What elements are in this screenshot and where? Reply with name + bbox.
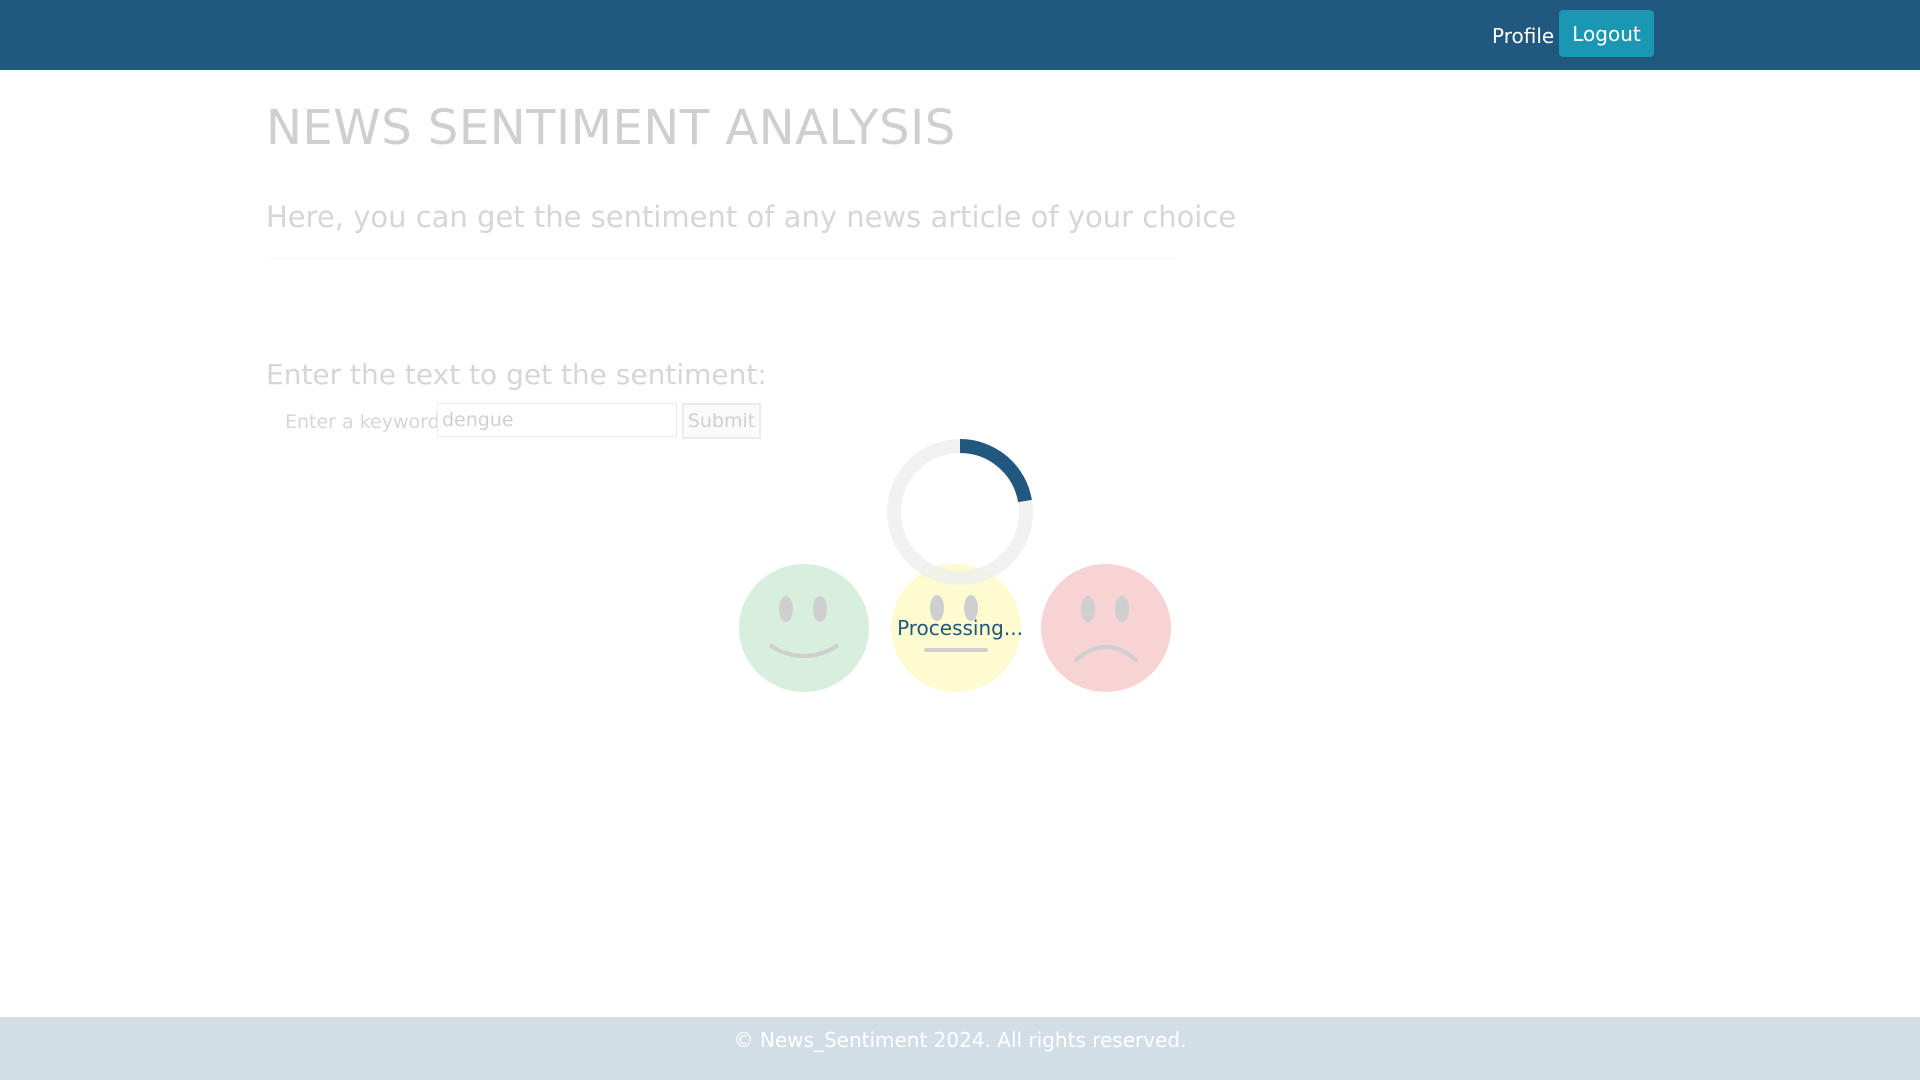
form-heading: Enter the text to get the sentiment: <box>266 358 767 391</box>
submit-button[interactable]: Submit <box>682 403 761 439</box>
happy-face-icon <box>739 564 869 692</box>
keyword-label: Enter a keyword: <box>285 411 447 433</box>
navbar: Profile Logout <box>0 0 1920 70</box>
page-subtitle: Here, you can get the sentiment of any n… <box>266 200 1237 234</box>
sad-face-icon <box>1041 564 1171 692</box>
processing-text: Processing... <box>897 616 1023 640</box>
page-title: NEWS SENTIMENT ANALYSIS <box>266 100 956 156</box>
keyword-input[interactable] <box>437 403 677 437</box>
divider <box>266 258 1176 259</box>
profile-link[interactable]: Profile <box>1492 24 1554 48</box>
logout-button[interactable]: Logout <box>1559 10 1654 57</box>
footer-text: © News_Sentiment 2024. All rights reserv… <box>733 1028 1187 1052</box>
loading-spinner-icon <box>887 439 1033 585</box>
